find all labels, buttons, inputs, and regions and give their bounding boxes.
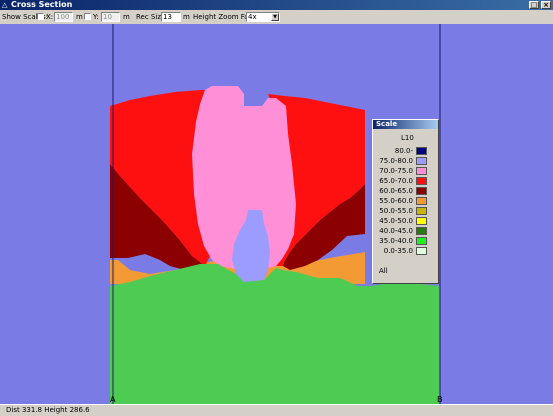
legend-entry: 45.0-50.0 <box>373 216 438 226</box>
legend-color-swatch <box>416 177 427 185</box>
legend-variable: L10 <box>401 134 414 142</box>
height-zoom-value: 4x <box>248 13 257 21</box>
window-title: Cross Section <box>11 0 73 9</box>
legend-entry: 40.0-45.0 <box>373 226 438 236</box>
legend-title[interactable]: Scale <box>373 120 438 129</box>
legend-color-swatch <box>416 237 427 245</box>
rec-size-input[interactable]: 13 <box>161 12 181 22</box>
y-scale-label: Y: <box>93 13 99 21</box>
legend-entry: 50.0-55.0 <box>373 206 438 216</box>
legend-entry-label: 40.0-45.0 <box>379 227 413 235</box>
legend-entry-label: 80.0- <box>394 147 413 155</box>
ground-surface <box>110 264 440 404</box>
height-zoom-select[interactable]: 4x ▼ <box>246 12 280 22</box>
status-text: Dist 331.8 Height 286.6 <box>6 406 90 414</box>
legend-color-swatch <box>416 247 427 255</box>
status-bar: Dist 331.8 Height 286.6 <box>0 404 553 416</box>
show-x-scale-checkbox[interactable] <box>37 13 44 20</box>
section-end-label: B <box>437 395 443 404</box>
legend-entry-label: 75.0-80.0 <box>379 157 413 165</box>
legend-entry-label: 0.0-35.0 <box>383 247 413 255</box>
close-button[interactable]: × <box>541 1 551 9</box>
y-scale-input[interactable]: 10 <box>101 12 120 22</box>
legend-entry: 70.0-75.0 <box>373 166 438 176</box>
legend-entry-label: 55.0-60.0 <box>379 197 413 205</box>
chevron-down-icon[interactable]: ▼ <box>271 13 279 21</box>
legend-color-swatch <box>416 167 427 175</box>
legend-entry: 80.0- <box>373 146 438 156</box>
cross-section-canvas: A B <box>110 24 443 404</box>
legend-entry-label: 65.0-70.0 <box>379 177 413 185</box>
toolbar: Show Scales: X: 100 m Y: 10 m Rec Size: … <box>0 10 553 24</box>
legend-entry: 60.0-65.0 <box>373 186 438 196</box>
legend-color-swatch <box>416 227 427 235</box>
cross-section-plot[interactable]: A B <box>0 24 553 404</box>
legend-color-swatch <box>416 187 427 195</box>
x-scale-input[interactable]: 100 <box>54 12 73 22</box>
legend-entry: 0.0-35.0 <box>373 246 438 256</box>
legend-entry: 75.0-80.0 <box>373 156 438 166</box>
legend-entry-label: 60.0-65.0 <box>379 187 413 195</box>
section-start-label: A <box>110 395 116 404</box>
legend-color-swatch <box>416 207 427 215</box>
legend-color-swatch <box>416 147 427 155</box>
legend-color-swatch <box>416 157 427 165</box>
scale-legend-panel[interactable]: Scale L10 80.0- 75.0-80.0 70.0-75.0 65.0-70… <box>372 119 439 284</box>
window-icon: △ <box>2 1 8 9</box>
legend-entry-label: 35.0-40.0 <box>379 237 413 245</box>
legend-entry: 65.0-70.0 <box>373 176 438 186</box>
legend-all-option[interactable]: All <box>379 267 388 276</box>
legend-color-swatch <box>416 217 427 225</box>
legend-entry-label: 70.0-75.0 <box>379 167 413 175</box>
legend-color-swatch <box>416 197 427 205</box>
x-scale-label: X: <box>46 13 54 21</box>
maximize-button[interactable]: □ <box>529 1 539 9</box>
rec-size-unit: m <box>183 13 190 21</box>
title-bar: △ Cross Section □ × <box>0 0 553 10</box>
legend-entry: 55.0-60.0 <box>373 196 438 206</box>
legend-entry: 35.0-40.0 <box>373 236 438 246</box>
y-scale-unit: m <box>123 13 130 21</box>
show-y-scale-checkbox[interactable] <box>84 13 91 20</box>
legend-entry-label: 50.0-55.0 <box>379 207 413 215</box>
legend-entry-label: 45.0-50.0 <box>379 217 413 225</box>
x-scale-unit: m <box>76 13 83 21</box>
